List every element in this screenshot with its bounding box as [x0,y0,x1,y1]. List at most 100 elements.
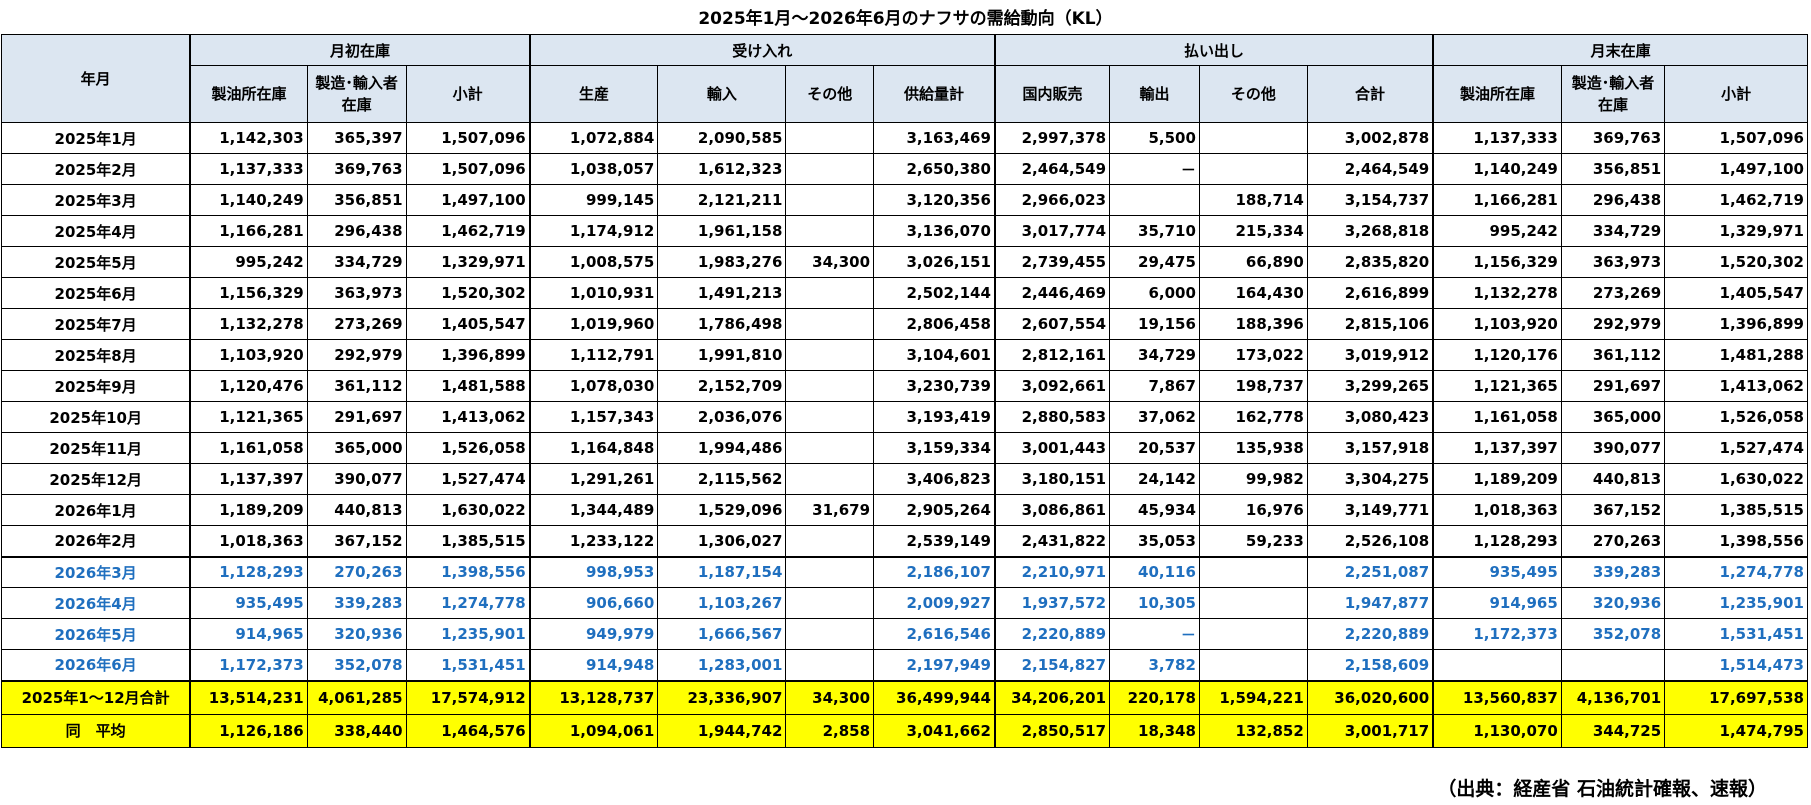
table-cell: 18,348 [1109,713,1200,748]
table-cell: 2,090,585 [657,122,787,154]
table-cell: 4,136,701 [1560,679,1666,715]
row-label: 2026年6月 [1,649,191,681]
table-cell: 1,128,293 [1432,525,1562,557]
table-row: 2026年3月 1,128,293 270,263 1,398,556 998,953 1… [1,555,1808,588]
table-row: 2026年6月 1,172,373 352,078 1,531,451 914,948 1… [1,649,1808,681]
table-cell: 914,965 [189,618,308,650]
table-cell: 998,953 [528,555,659,588]
table-cell: 34,300 [785,246,875,278]
table-cell: 3,304,275 [1306,463,1434,495]
column-header: 小計 [1664,65,1808,123]
table-body: 2025年1月 1,142,303 365,397 1,507,096 1,072,88… [1,122,1808,681]
table-cell: 1,164,848 [528,432,659,464]
table-cell: 66,890 [1198,246,1308,278]
table-cell: 2,650,380 [873,153,996,185]
table-cell: 2,997,378 [993,122,1111,154]
table-cell: 4,061,285 [306,679,407,715]
table-cell: 1,398,556 [405,555,531,588]
table-cell: 34,206,201 [993,679,1111,715]
table-cell: 1,786,498 [657,308,787,340]
table-cell: 914,965 [1432,587,1562,619]
table-cell: 2,115,562 [657,463,787,495]
table-cell: 1,413,062 [1664,370,1808,402]
table-cell: 1,121,365 [1432,370,1562,402]
column-header: その他 [785,65,875,123]
table-cell: 292,979 [1560,308,1666,340]
table-cell: 1,507,096 [405,122,531,154]
table-cell: 1,306,027 [657,525,787,557]
column-header: 小計 [405,65,531,123]
table-cell: 3,154,737 [1306,184,1434,216]
table-cell [1432,649,1562,681]
table-cell: 59,233 [1198,525,1308,557]
row-label: 2025年4月 [1,215,191,247]
table-row: 2025年11月 1,161,058 365,000 1,526,058 1,164,8… [1,432,1808,464]
table-cell: 135,938 [1198,432,1308,464]
table-cell: 440,813 [306,494,407,526]
table-cell: 1,008,575 [528,246,659,278]
table-cell: 338,440 [306,713,407,748]
column-header: 製油所在庫 [189,65,308,123]
table-cell: 3,080,423 [1306,401,1434,433]
table-cell: 1,497,100 [405,184,531,216]
table-cell: 361,112 [1560,339,1666,371]
table-cell: 2,905,264 [873,494,996,526]
table-cell: 3,230,739 [873,370,996,402]
table-cell [785,401,875,433]
table-cell: 7,867 [1109,370,1200,402]
table-cell: 220,178 [1109,679,1200,715]
row-label: 2026年1月 [1,494,191,526]
table-cell: 1,961,158 [657,215,787,247]
table-cell: 1,137,333 [189,153,308,185]
table-cell: 13,560,837 [1432,679,1562,715]
row-label: 2025年10月 [1,401,191,433]
table-cell: 1,274,778 [405,587,531,619]
table-cell: 2,502,144 [873,277,996,309]
table-row: 2026年5月 914,965 320,936 1,235,901 949,979 1,6… [1,618,1808,650]
table-cell [785,432,875,464]
table-row: 2025年9月 1,120,476 361,112 1,481,588 1,078,03… [1,370,1808,402]
table-cell: 1,994,486 [657,432,787,464]
table-cell: 2,464,549 [1306,153,1434,185]
table-cell: 3,159,334 [873,432,996,464]
table-cell: 363,973 [306,277,407,309]
table-cell: 3,120,356 [873,184,996,216]
table-cell [1198,122,1308,154]
table-cell [1198,153,1308,185]
table-cell: 13,128,737 [528,679,659,715]
table-cell: 1,166,281 [189,215,308,247]
table-cell: － [1109,618,1200,650]
table-cell: 3,268,818 [1306,215,1434,247]
header-year-month: 年月 [1,34,191,123]
table-cell: 367,152 [1560,494,1666,526]
table-row: 2025年7月 1,132,278 273,269 1,405,547 1,019,96… [1,308,1808,340]
table-cell: 1,137,397 [189,463,308,495]
table-cell: 1,527,474 [405,463,531,495]
table-row: 2025年2月 1,137,333 369,763 1,507,096 1,038,05… [1,153,1808,185]
table-cell: 270,263 [1560,525,1666,557]
table-cell: 296,438 [1560,184,1666,216]
table-cell: 1,189,209 [1432,463,1562,495]
table-cell: 162,778 [1198,401,1308,433]
row-label: 2025年7月 [1,308,191,340]
table-cell: 188,714 [1198,184,1308,216]
table-cell: 363,973 [1560,246,1666,278]
row-label: 2026年3月 [1,555,191,588]
table-cell: 995,242 [1432,215,1562,247]
table-cell [1198,649,1308,681]
table-cell: 356,851 [1560,153,1666,185]
table-cell: 1,137,397 [1432,432,1562,464]
table-cell: 2,966,023 [993,184,1111,216]
column-header: 輸入 [657,65,787,123]
row-label: 2026年5月 [1,618,191,650]
table-cell [1198,555,1308,588]
table-cell: 1,103,920 [1432,308,1562,340]
table-cell: 132,852 [1198,713,1308,748]
table-cell: 1,291,261 [528,463,659,495]
row-label: 2025年8月 [1,339,191,371]
column-header: 供給量計 [873,65,996,123]
naphtha-supply-demand-table: 年月 月初在庫 受け入れ 払い出し 月末在庫 製油所在庫 製造･輸入者在庫 小計 生産… [1,34,1809,748]
table-cell: 1,161,058 [189,432,308,464]
table-cell: 2,152,709 [657,370,787,402]
row-label: 2025年9月 [1,370,191,402]
